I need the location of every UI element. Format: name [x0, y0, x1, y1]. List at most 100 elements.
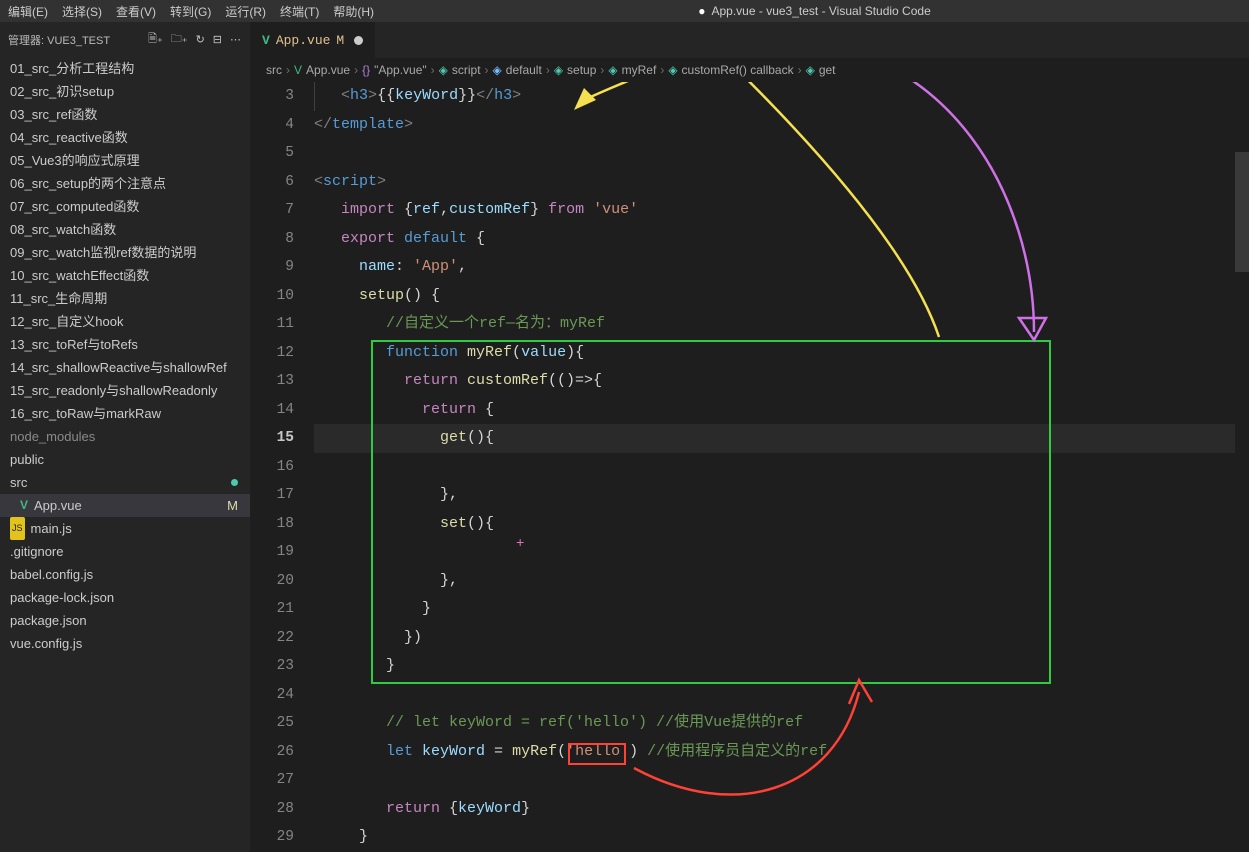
chevron-right-icon: › [798, 63, 802, 77]
file-label: App.vue [34, 494, 82, 517]
method-icon: ◈ [608, 63, 617, 77]
file-label: public [10, 448, 44, 471]
tab-modified-indicator: M [336, 33, 344, 48]
breadcrumb-label: App.vue [306, 63, 350, 77]
file-label: 10_src_watchEffect函数 [10, 264, 149, 287]
file-tree-item[interactable]: 06_src_setup的两个注意点 [0, 172, 250, 195]
menu-terminal[interactable]: 终端(T) [280, 3, 319, 20]
line-number: 19 [250, 538, 294, 567]
explorer-header: 管理器: VUE3_TEST 🗎₊ 🗀₊ ↻ ⊟ ⋯ [0, 22, 250, 57]
file-tree-item[interactable]: 07_src_computed函数 [0, 195, 250, 218]
menu-edit[interactable]: 编辑(E) [8, 3, 48, 20]
file-tree-item[interactable]: src [0, 471, 250, 494]
file-label: 07_src_computed函数 [10, 195, 139, 218]
line-gutter: 3456789101112131415161718192021222324252… [250, 82, 314, 852]
more-icon[interactable]: ⋯ [230, 33, 242, 46]
line-number: 9 [250, 253, 294, 282]
vue-icon: V [294, 63, 302, 77]
breadcrumb-label: customRef() callback [682, 63, 794, 77]
menu-help[interactable]: 帮助(H) [333, 3, 374, 20]
breadcrumb-item[interactable]: ◈get [806, 63, 836, 77]
line-number: 27 [250, 766, 294, 795]
line-number: 18 [250, 510, 294, 539]
file-tree-item[interactable]: JS main.js [0, 517, 250, 540]
file-tree-item[interactable]: 14_src_shallowReactive与shallowRef [0, 356, 250, 379]
modified-indicator: M [227, 494, 238, 517]
collapse-icon[interactable]: ⊟ [213, 33, 222, 46]
new-file-icon[interactable]: 🗎₊ [148, 30, 163, 49]
file-label: 16_src_toRaw与markRaw [10, 402, 161, 425]
file-tree-item[interactable]: 04_src_reactive函数 [0, 126, 250, 149]
file-tree-item[interactable]: .gitignore [0, 540, 250, 563]
file-label: 06_src_setup的两个注意点 [10, 172, 166, 195]
file-label: main.js [31, 517, 72, 540]
file-label: 01_src_分析工程结构 [10, 57, 134, 80]
breadcrumb[interactable]: src›VApp.vue›{}"App.vue"›◈script›◈defaul… [250, 58, 1249, 82]
vue-icon: V [20, 494, 28, 517]
file-tree-item[interactable]: 13_src_toRef与toRefs [0, 333, 250, 356]
file-tree-item[interactable]: 08_src_watch函数 [0, 218, 250, 241]
chevron-right-icon: › [600, 63, 604, 77]
breadcrumb-item[interactable]: ◈ customRef() callback [668, 63, 793, 77]
file-tree-item[interactable]: 10_src_watchEffect函数 [0, 264, 250, 287]
breadcrumb-item[interactable]: ◈setup [554, 63, 597, 77]
file-label: node_modules [10, 425, 95, 448]
line-number: 10 [250, 282, 294, 311]
method-icon: ◈ [806, 63, 815, 77]
file-tree-item[interactable]: babel.config.js [0, 563, 250, 586]
tab-label: App.vue [276, 33, 331, 48]
file-tree-item[interactable]: V App.vue M [0, 494, 250, 517]
menu-select[interactable]: 选择(S) [62, 3, 102, 20]
refresh-icon[interactable]: ↻ [196, 33, 205, 46]
file-tree-item[interactable]: 05_Vue3的响应式原理 [0, 149, 250, 172]
file-tree: 01_src_分析工程结构02_src_初识setup03_src_ref函数0… [0, 57, 250, 852]
file-tree-item[interactable]: public [0, 448, 250, 471]
breadcrumb-item[interactable]: ◈default [493, 63, 542, 77]
line-number: 21 [250, 595, 294, 624]
file-label: 04_src_reactive函数 [10, 126, 128, 149]
file-tree-item[interactable]: vue.config.js [0, 632, 250, 655]
file-label: 14_src_shallowReactive与shallowRef [10, 356, 227, 379]
line-number: 12 [250, 339, 294, 368]
file-label: 11_src_生命周期 [10, 287, 107, 310]
file-tree-item[interactable]: package-lock.json [0, 586, 250, 609]
menu-bar: 编辑(E) 选择(S) 查看(V) 转到(G) 运行(R) 终端(T) 帮助(H… [0, 0, 1249, 22]
file-tree-item[interactable]: 03_src_ref函数 [0, 103, 250, 126]
file-tree-item[interactable]: 15_src_readonly与shallowReadonly [0, 379, 250, 402]
method-icon: ◈ [668, 63, 677, 77]
file-tree-item[interactable]: 02_src_初识setup [0, 80, 250, 103]
file-tree-item[interactable]: 01_src_分析工程结构 [0, 57, 250, 80]
minimap[interactable] [1235, 142, 1249, 852]
menu-view[interactable]: 查看(V) [116, 3, 156, 20]
chevron-right-icon: › [485, 63, 489, 77]
breadcrumb-label: myRef [622, 63, 657, 77]
file-label: 15_src_readonly与shallowReadonly [10, 379, 217, 402]
breadcrumb-item[interactable]: ◈script [439, 63, 481, 77]
js-icon: JS [10, 517, 25, 540]
file-tree-item[interactable]: 16_src_toRaw与markRaw [0, 402, 250, 425]
breadcrumb-item[interactable]: V App.vue [294, 63, 350, 77]
breadcrumb-label: "App.vue" [374, 63, 427, 77]
file-tree-item[interactable]: 12_src_自定义hook [0, 310, 250, 333]
line-number: 17 [250, 481, 294, 510]
file-label: package.json [10, 609, 87, 632]
menu-run[interactable]: 运行(R) [225, 3, 266, 20]
file-tree-item[interactable]: 09_src_watch监视ref数据的说明 [0, 241, 250, 264]
line-number: 26 [250, 738, 294, 767]
line-number: 16 [250, 453, 294, 482]
explorer-sidebar: 管理器: VUE3_TEST 🗎₊ 🗀₊ ↻ ⊟ ⋯ 01_src_分析工程结构… [0, 22, 250, 852]
menu-goto[interactable]: 转到(G) [170, 3, 211, 20]
tab-unsaved-icon[interactable] [354, 36, 363, 45]
file-tree-item[interactable]: node_modules [0, 425, 250, 448]
breadcrumb-item[interactable]: src [266, 63, 282, 77]
tab-app-vue[interactable]: V App.vue M [250, 22, 376, 58]
code-content[interactable]: <h3>{{keyWord}}</h3> </template> <script… [314, 82, 1249, 852]
file-tree-item[interactable]: package.json [0, 609, 250, 632]
file-label: src [10, 471, 27, 494]
file-tree-item[interactable]: 11_src_生命周期 [0, 287, 250, 310]
new-folder-icon[interactable]: 🗀₊ [171, 30, 188, 49]
line-number: 15 [250, 424, 294, 453]
line-number: 28 [250, 795, 294, 824]
breadcrumb-item[interactable]: ◈ myRef [608, 63, 656, 77]
breadcrumb-item[interactable]: {}"App.vue" [362, 63, 427, 77]
